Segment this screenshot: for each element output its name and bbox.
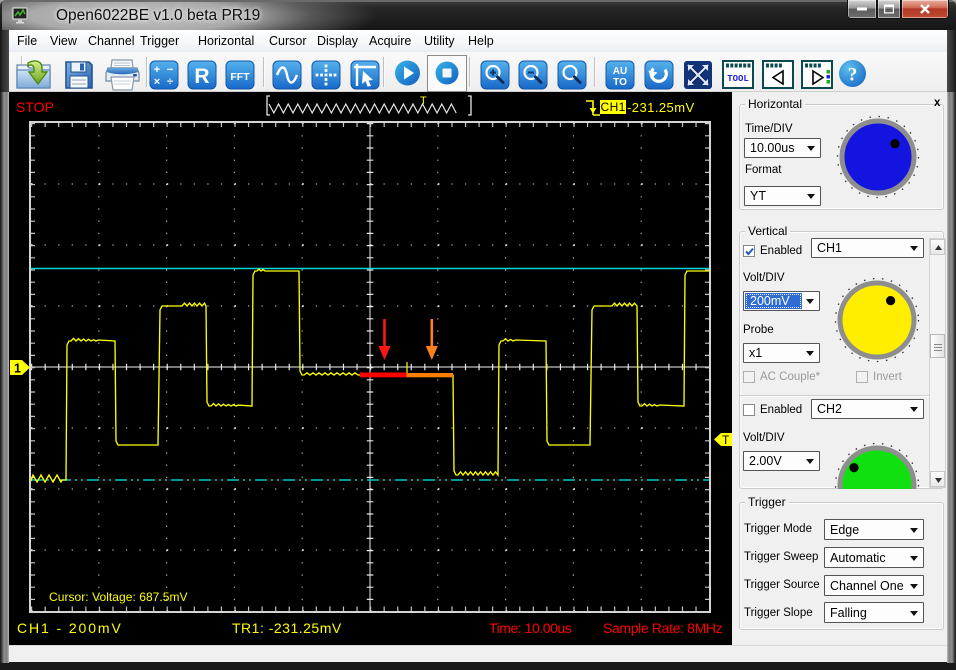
- svg-text:×: ×: [154, 76, 160, 88]
- svg-text:FFT: FFT: [230, 71, 250, 83]
- svg-text:T: T: [420, 95, 427, 107]
- svg-text:+: +: [154, 64, 160, 76]
- svg-text:1: 1: [14, 362, 21, 376]
- svg-text:÷: ÷: [167, 76, 173, 88]
- svg-text:T: T: [722, 433, 730, 446]
- svg-text:AU: AU: [613, 66, 627, 77]
- svg-text:−: −: [167, 64, 173, 76]
- svg-text:?: ?: [848, 65, 858, 86]
- svg-text:R: R: [194, 65, 209, 88]
- svg-text:TOOL: TOOL: [727, 74, 749, 84]
- svg-text:TO: TO: [613, 77, 627, 88]
